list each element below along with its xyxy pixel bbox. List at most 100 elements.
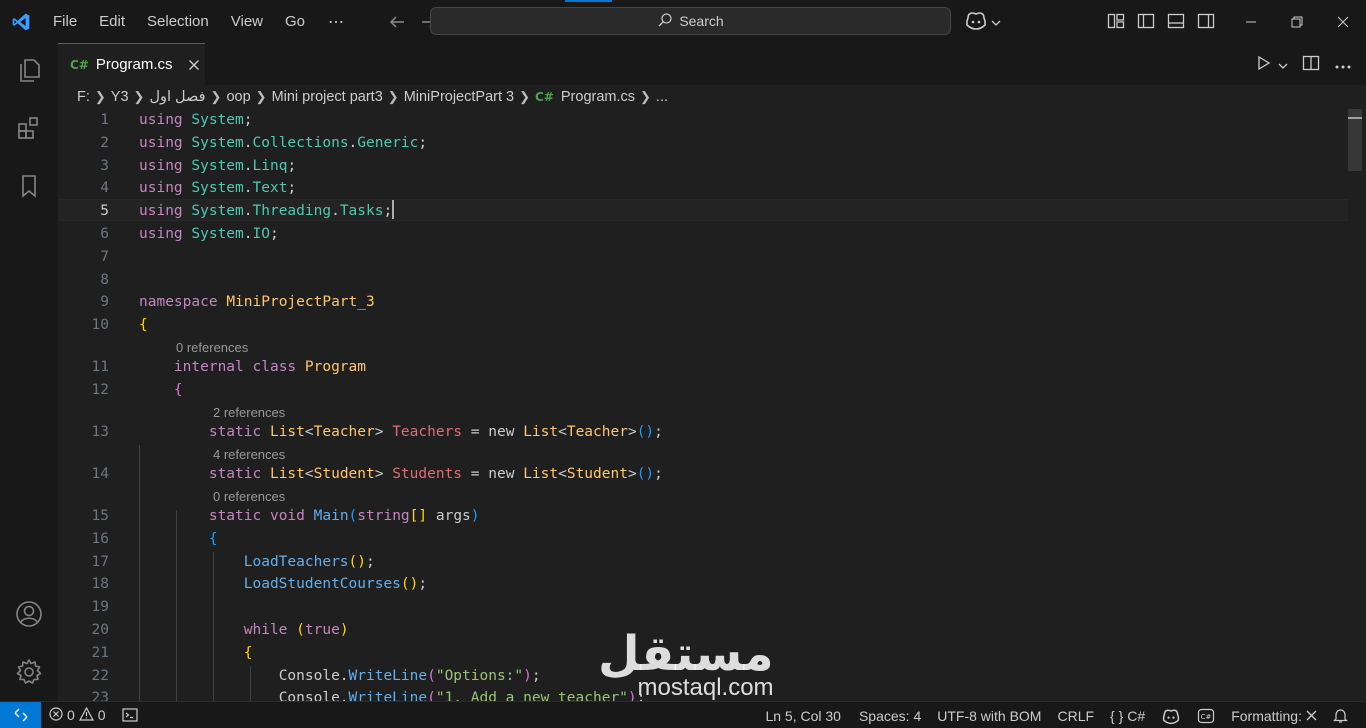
tab-label: Program.cs — [95, 56, 173, 73]
editor-scrollbar[interactable] — [1348, 109, 1362, 701]
copilot-icon — [964, 9, 988, 34]
line-number: 5 — [100, 203, 109, 219]
notifications-bell-icon[interactable] — [1325, 708, 1356, 724]
command-center-search[interactable]: Search — [430, 7, 951, 35]
indentation-setting[interactable]: Spaces: 4 — [851, 708, 929, 724]
codelens-references[interactable]: 0 references — [176, 338, 248, 358]
remote-indicator-icon[interactable] — [0, 701, 41, 728]
codelens-references[interactable]: 0 references — [213, 487, 285, 507]
braces-icon: { } — [1110, 707, 1124, 724]
run-options-chevron-icon[interactable] — [1278, 57, 1288, 73]
language-status-icon[interactable]: C# — [1189, 708, 1223, 724]
breadcrumb-symbols[interactable]: ... — [656, 89, 668, 105]
chevron-right-icon: ❯ — [255, 89, 267, 104]
formatting-label: Formatting: — [1231, 707, 1302, 724]
chevron-right-icon: ❯ — [387, 89, 399, 104]
more-actions-icon[interactable] — [1334, 57, 1352, 73]
text-cursor — [392, 200, 395, 219]
extensions-icon[interactable] — [0, 104, 58, 152]
scrollbar-cursor-marker — [1348, 117, 1362, 119]
code-line: 19 — [58, 596, 1348, 618]
line-number: 10 — [91, 317, 109, 333]
chevron-down-icon — [991, 14, 1001, 30]
terminal-icon[interactable] — [114, 708, 146, 722]
menu-more-button[interactable]: ⋯ — [316, 12, 357, 32]
close-icon — [1306, 708, 1317, 724]
toggle-secondary-sidebar-icon[interactable] — [1196, 11, 1216, 34]
code-line: 8 — [58, 269, 1348, 291]
back-arrow-icon[interactable] — [385, 10, 409, 34]
breadcrumb-mini-project[interactable]: Mini project part3 — [272, 89, 383, 105]
settings-gear-icon[interactable] — [0, 648, 58, 696]
line-number: 16 — [91, 531, 109, 547]
chevron-right-icon: ❯ — [133, 89, 145, 104]
code-line: 15 static void Main(string[] args) — [58, 505, 1348, 527]
line-number: 13 — [91, 424, 109, 440]
end-of-line[interactable]: CRLF — [1049, 708, 1102, 724]
toggle-primary-sidebar-icon[interactable] — [1136, 11, 1156, 34]
copilot-status-icon[interactable] — [1153, 707, 1189, 725]
menu-selection[interactable]: Selection — [136, 0, 220, 43]
codelens-references[interactable]: 4 references — [213, 445, 285, 465]
line-number: 9 — [100, 294, 109, 310]
search-icon — [657, 12, 673, 31]
code-line: 18 LoadStudentCourses(); — [58, 573, 1348, 595]
formatting-status[interactable]: Formatting: — [1223, 708, 1325, 724]
menu-go[interactable]: Go — [274, 0, 316, 43]
code-line: 6 using System.IO; — [58, 223, 1348, 245]
breadcrumb: F: ❯ Y3 ❯ فصل اول ❯ oop ❯ Mini project p… — [58, 85, 1366, 109]
window-controls — [1228, 0, 1366, 43]
minimize-icon[interactable] — [1228, 0, 1274, 43]
language-mode[interactable]: { } C# — [1102, 708, 1153, 724]
breadcrumb-drive[interactable]: F: — [77, 89, 90, 105]
code-editor[interactable]: 1 using System; 2 using System.Collections… — [58, 109, 1366, 701]
breadcrumb-oop[interactable]: oop — [226, 89, 250, 105]
status-bar: 0 0 Ln 5, Col 30 Spaces: 4 UTF-8 with BO… — [0, 701, 1366, 728]
error-icon — [49, 706, 63, 724]
cursor-position[interactable]: Ln 5, Col 30 — [757, 708, 849, 724]
language-label: C# — [1127, 707, 1146, 724]
breadcrumb-project-folder[interactable]: MiniProjectPart 3 — [404, 89, 514, 105]
close-icon[interactable] — [186, 57, 202, 73]
breadcrumb-file[interactable]: Program.cs — [561, 89, 635, 105]
menu-edit[interactable]: Edit — [88, 0, 136, 43]
close-window-icon[interactable] — [1320, 0, 1366, 43]
restore-icon[interactable] — [1274, 0, 1320, 43]
menu-file[interactable]: File — [42, 0, 88, 43]
watermark-brand: مستقل — [598, 626, 774, 682]
tab-program-cs[interactable]: C# Program.cs — [58, 43, 205, 85]
line-number: 1 — [100, 112, 109, 128]
copilot-button[interactable] — [964, 9, 1001, 34]
editor-tab-bar: C# Program.cs — [58, 43, 1366, 85]
menu-view[interactable]: View — [220, 0, 274, 43]
explorer-icon[interactable] — [0, 46, 58, 94]
customize-layout-icon[interactable] — [1106, 11, 1126, 34]
breadcrumb-y3[interactable]: Y3 — [111, 89, 129, 105]
warning-count: 0 — [97, 707, 106, 723]
problems-indicator[interactable]: 0 0 — [41, 706, 114, 724]
code-line: 2 using System.Collections.Generic; — [58, 132, 1348, 154]
file-encoding[interactable]: UTF-8 with BOM — [929, 708, 1049, 724]
line-number: 22 — [91, 668, 109, 684]
title-bar: File Edit Selection View Go ⋯ Search — [0, 0, 1366, 43]
codelens-references[interactable]: 2 references — [213, 403, 285, 423]
line-number: 23 — [91, 690, 109, 701]
line-number: 8 — [100, 272, 109, 288]
code-line: 4 using System.Text; — [58, 177, 1348, 199]
editor-actions — [1256, 54, 1352, 75]
code-line: 3 using System.Linq; — [58, 155, 1348, 177]
chevron-right-icon: ❯ — [640, 89, 651, 104]
breadcrumb-first-semester[interactable]: فصل اول — [149, 89, 205, 105]
activity-bar — [0, 43, 58, 701]
line-number: 11 — [91, 359, 109, 375]
code-line-current: 5 using System.Threading.Tasks; — [58, 199, 1348, 221]
run-icon[interactable] — [1256, 55, 1272, 74]
line-number: 15 — [91, 508, 109, 524]
toggle-panel-icon[interactable] — [1166, 11, 1186, 34]
layout-controls — [1106, 11, 1216, 34]
account-icon[interactable] — [0, 590, 58, 638]
bookmark-icon[interactable] — [0, 162, 58, 210]
split-editor-icon[interactable] — [1302, 54, 1320, 75]
code-line: 17 LoadTeachers(); — [58, 551, 1348, 573]
csharp-file-icon: C# — [70, 57, 89, 72]
